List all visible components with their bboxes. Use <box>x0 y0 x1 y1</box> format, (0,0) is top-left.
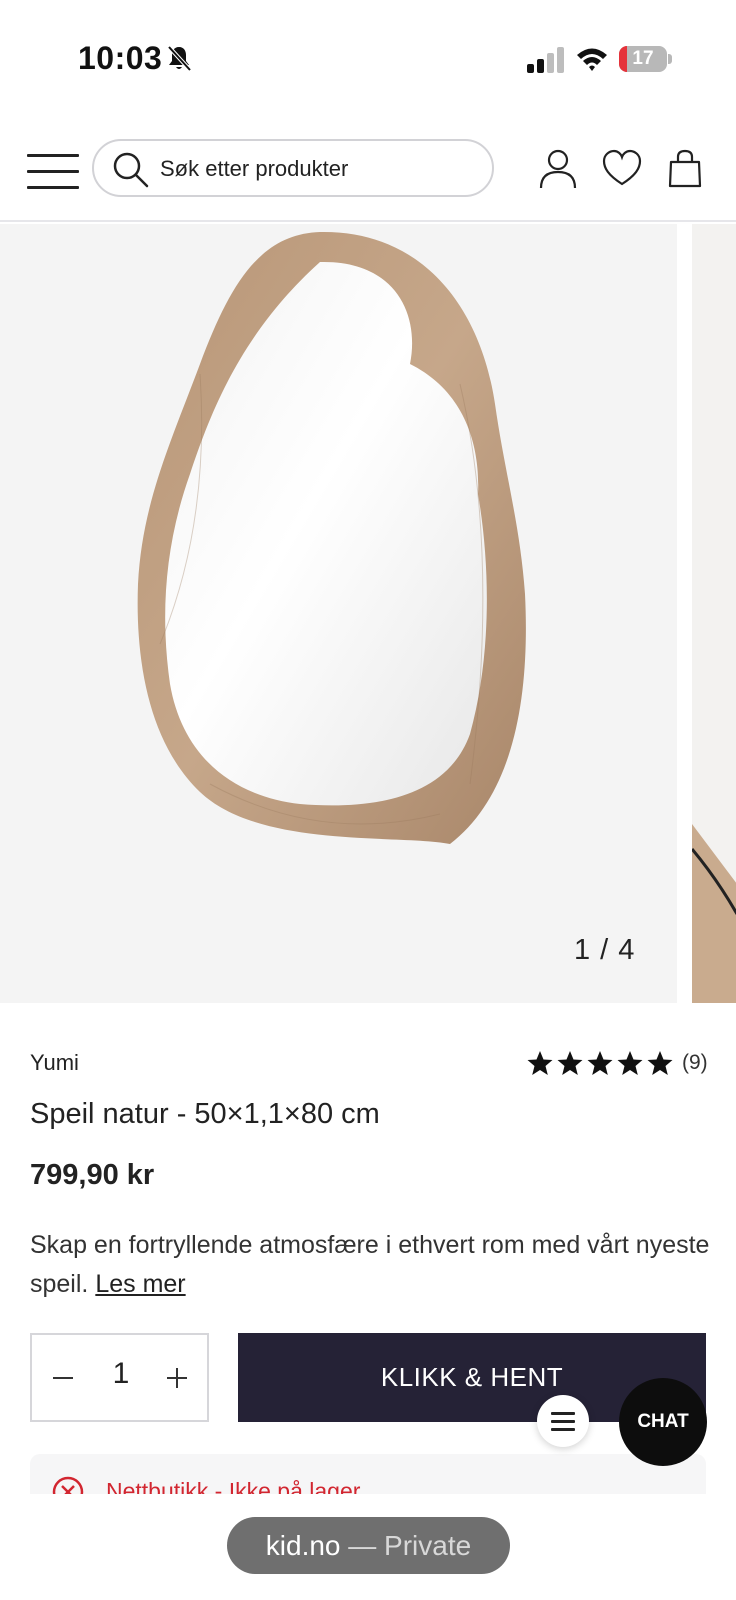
rating-stars <box>526 1050 676 1076</box>
star-icon <box>587 1051 613 1075</box>
product-brand[interactable]: Yumi <box>30 1050 79 1076</box>
search-bar[interactable] <box>92 139 494 197</box>
battery-percent: 17 <box>632 48 654 69</box>
site-header <box>0 130 736 222</box>
next-product-image[interactable] <box>692 224 736 1003</box>
star-icon <box>527 1051 553 1075</box>
product-title: Speil natur - 50×1,1×80 cm <box>30 1098 380 1130</box>
mirror-image <box>137 231 526 844</box>
search-input[interactable] <box>160 149 480 189</box>
read-more-link[interactable]: Les mer <box>95 1270 185 1298</box>
product-description: Skap en fortryllende atmosfære i ethvert… <box>30 1226 720 1304</box>
gallery-counter: 1 / 4 <box>574 934 636 966</box>
status-bar: 10:03 17 <box>0 0 736 120</box>
url-domain: kid.no <box>265 1530 341 1561</box>
status-time: 10:03 <box>78 40 163 76</box>
floating-menu-button[interactable] <box>537 1395 589 1447</box>
quantity-stepper: 1 <box>30 1333 209 1422</box>
bell-muted-icon <box>167 45 192 72</box>
menu-button[interactable] <box>27 152 79 190</box>
cellular-signal-icon <box>527 47 564 73</box>
rating-count: (9) <box>682 1051 708 1074</box>
product-rating[interactable]: (9) <box>526 1048 708 1078</box>
increase-quantity-button[interactable] <box>162 1361 192 1395</box>
star-icon <box>617 1051 643 1075</box>
search-icon <box>113 152 149 188</box>
decrease-quantity-button[interactable] <box>50 1361 80 1395</box>
next-image-preview <box>692 224 736 1003</box>
wifi-icon <box>577 48 607 71</box>
star-icon <box>647 1051 673 1075</box>
heart-icon[interactable] <box>602 148 642 190</box>
quantity-value[interactable]: 1 <box>92 1357 150 1391</box>
browser-bottom-bar: kid.no — Private <box>0 1494 736 1600</box>
shopping-bag-icon[interactable] <box>667 148 703 190</box>
product-image-gallery[interactable]: 1 / 4 <box>0 224 736 1003</box>
private-mode-label: — Private <box>340 1530 472 1561</box>
address-bar[interactable]: kid.no — Private <box>227 1517 510 1574</box>
account-icon[interactable] <box>538 148 578 190</box>
chat-button[interactable]: CHAT <box>619 1378 707 1466</box>
product-price: 799,90 kr <box>30 1159 155 1191</box>
star-icon <box>557 1051 583 1075</box>
battery-icon: 17 <box>619 46 672 72</box>
product-image[interactable]: 1 / 4 <box>0 224 677 1003</box>
